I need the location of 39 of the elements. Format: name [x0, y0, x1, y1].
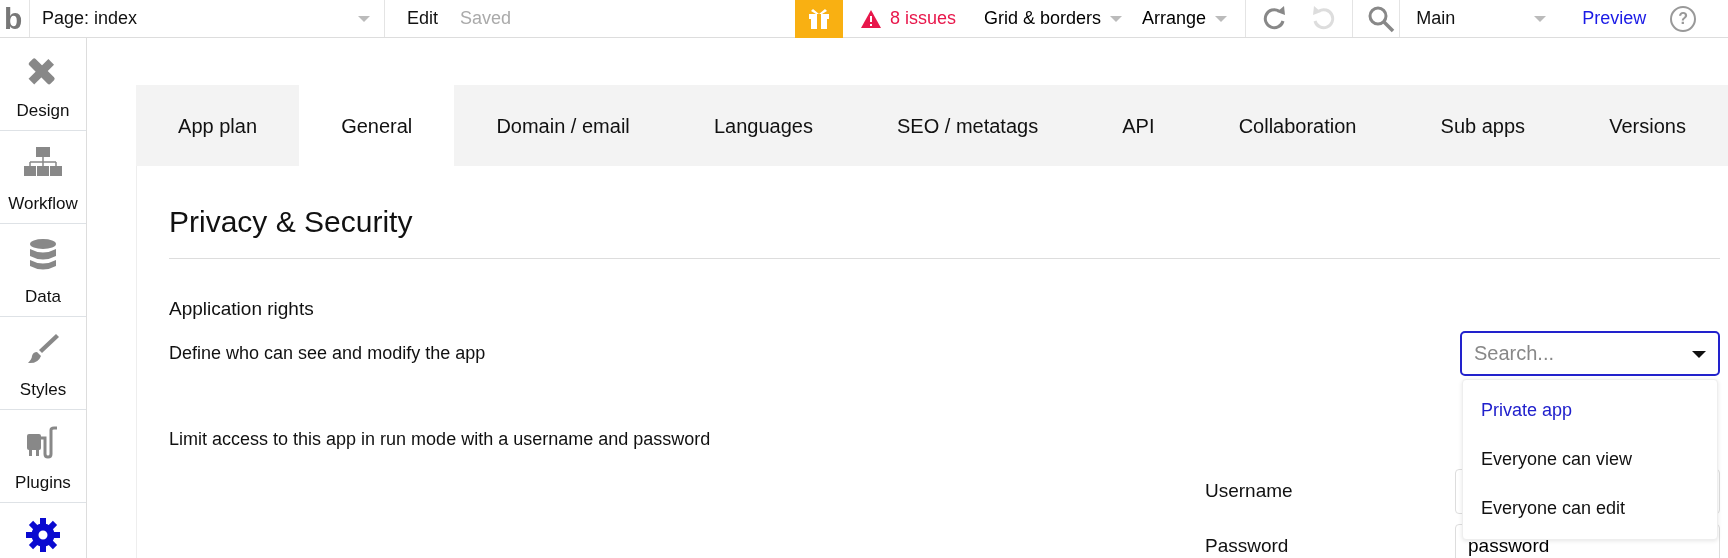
tab[interactable]: Versions [1567, 85, 1728, 166]
tab[interactable]: Languages [671, 85, 855, 166]
save-status: Saved [460, 7, 512, 30]
tab[interactable]: API [1080, 85, 1197, 166]
gift-button[interactable] [795, 0, 843, 38]
caret-icon [358, 15, 370, 22]
dropdown-option[interactable]: Everyone can view [1463, 434, 1717, 484]
caret-icon [1110, 15, 1123, 22]
tab[interactable]: Domain / email [454, 85, 672, 166]
access-description: Limit access to this app in run mode with a username and password [169, 427, 712, 451]
caret-icon [1215, 15, 1228, 22]
warning-icon [861, 9, 881, 28]
dropdown-option[interactable]: Private app [1463, 385, 1717, 435]
logo: b [4, 3, 23, 34]
tab[interactable]: SEO / metatags [854, 85, 1081, 166]
gift-icon [807, 7, 831, 31]
caret-icon [1692, 350, 1706, 358]
section-heading: Application rights [169, 297, 315, 321]
field-label: Password [1205, 533, 1290, 558]
tab[interactable]: App plan [136, 85, 300, 166]
field-label: Username [1205, 478, 1294, 503]
view-selector[interactable]: Main [1416, 5, 1547, 32]
caret-icon [1534, 15, 1547, 22]
toolbar-menu[interactable]: Grid & borders [974, 0, 1133, 37]
search-icon [1367, 4, 1396, 33]
search-dropdown[interactable]: Search... [1460, 330, 1720, 376]
toolbar-menu[interactable]: Arrange [1132, 0, 1238, 37]
search-button[interactable] [1367, 4, 1396, 33]
preview-link[interactable]: Preview [1582, 5, 1647, 32]
issues-button[interactable]: 8 issues [861, 5, 957, 32]
mode-label: Edit [407, 7, 439, 30]
settings-icon [25, 517, 61, 553]
rights-description: Define who can see and modify the app [169, 341, 486, 365]
tab[interactable]: Sub apps [1398, 85, 1568, 166]
page-selector[interactable]: Page: index [42, 5, 370, 32]
dropdown-option[interactable]: Everyone can edit [1463, 483, 1717, 533]
section-title: Privacy & Security [169, 166, 1720, 259]
tab[interactable]: Collaboration [1196, 85, 1399, 166]
tab[interactable]: General [299, 85, 455, 166]
